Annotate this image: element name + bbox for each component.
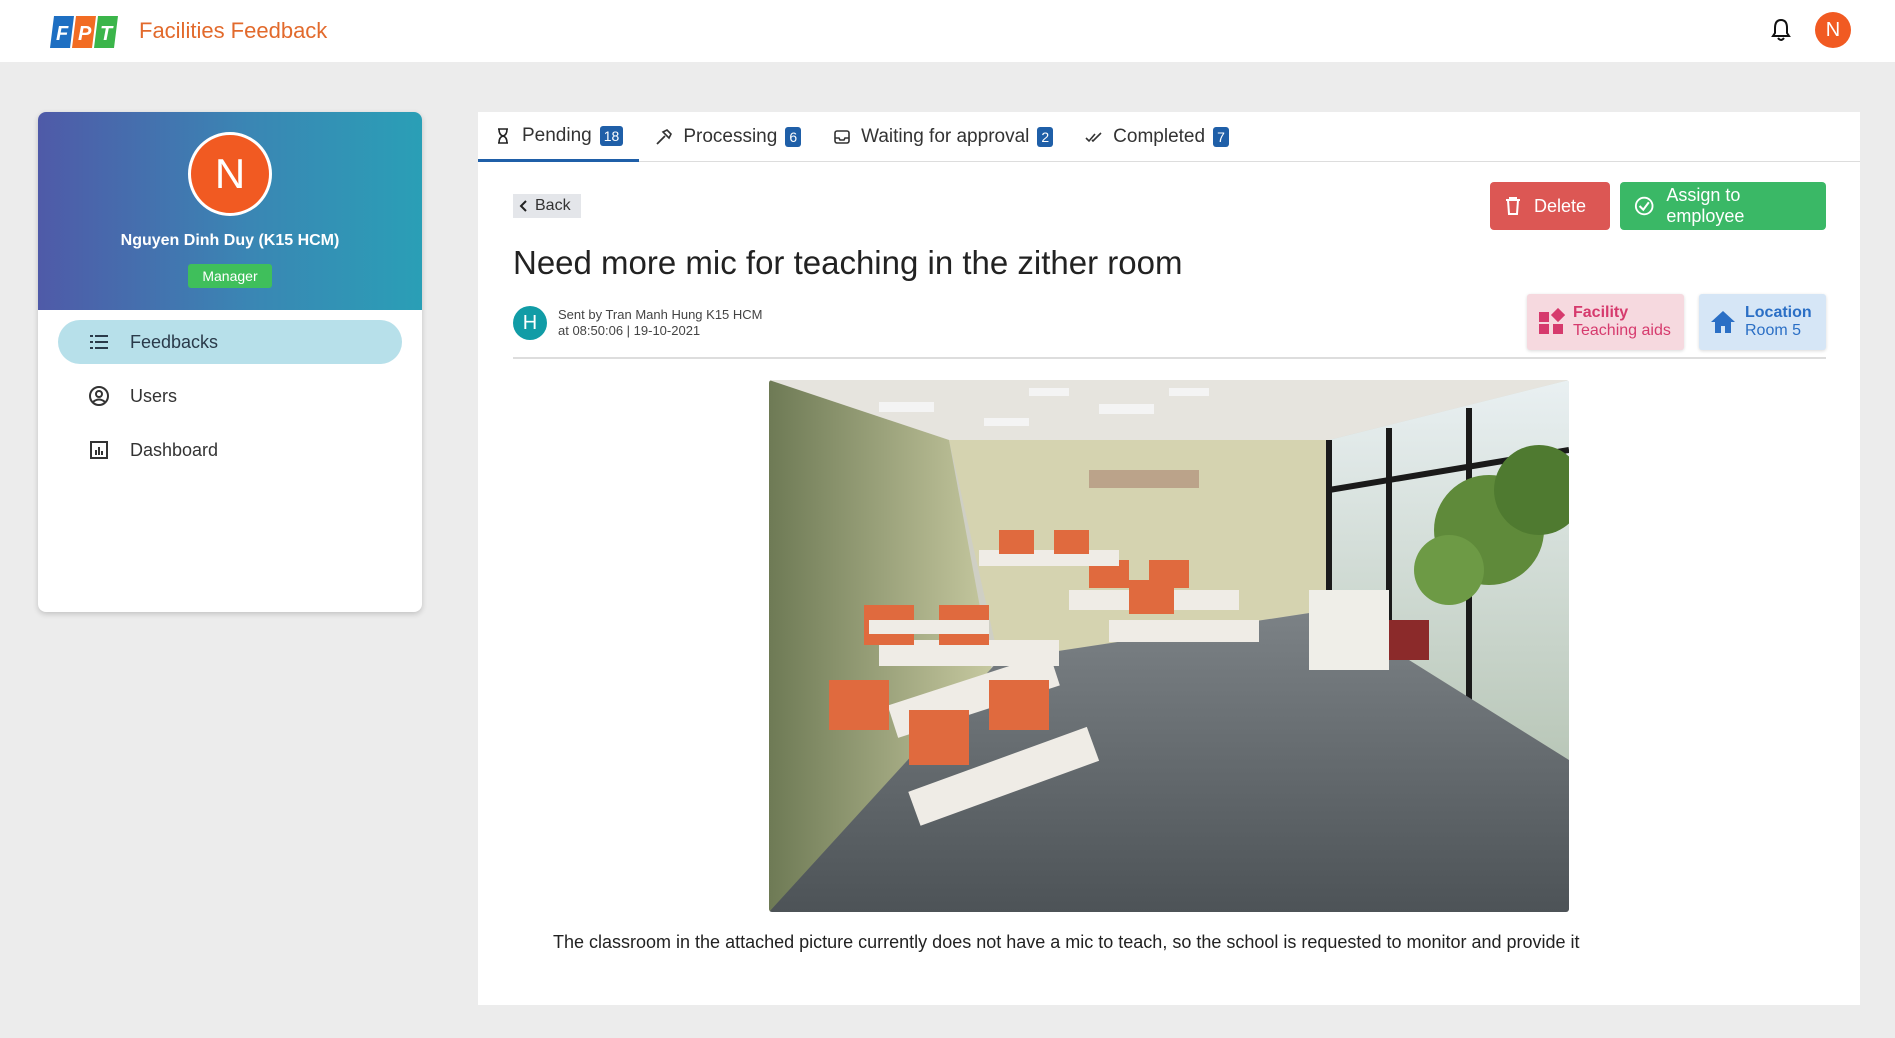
sidebar-item-dashboard[interactable]: Dashboard <box>58 428 402 472</box>
location-tag: Location Room 5 <box>1699 294 1826 350</box>
tab-label: Waiting for approval <box>861 126 1030 147</box>
tab-processing[interactable]: Processing 6 <box>639 112 817 162</box>
feedback-title: Need more mic for teaching in the zither… <box>513 244 1183 281</box>
bell-icon[interactable] <box>1770 18 1792 42</box>
check-circle-icon <box>1634 196 1654 216</box>
profile-header: N Nguyen Dinh Duy (K15 HCM) Manager <box>38 112 422 310</box>
double-check-icon <box>1085 132 1102 143</box>
delete-label: Delete <box>1534 195 1587 216</box>
sidebar-item-feedbacks[interactable]: Feedbacks <box>58 320 402 364</box>
feedback-description: The classroom in the attached picture cu… <box>553 932 1580 952</box>
tab-label: Completed <box>1113 126 1206 147</box>
svg-text:P: P <box>78 23 92 45</box>
sidebar-item-users[interactable]: Users <box>58 374 402 418</box>
fpt-logo[interactable]: F P T <box>48 12 120 52</box>
widgets-icon <box>1539 308 1565 334</box>
sidebar-menu: Feedbacks Users Dashboard <box>58 320 402 482</box>
svg-text:F: F <box>56 23 69 45</box>
tab-label: Processing <box>683 126 778 147</box>
bar-chart-icon <box>90 441 108 459</box>
count-badge: 7 <box>1213 127 1229 147</box>
chevron-left-icon <box>519 200 527 212</box>
back-button[interactable]: Back <box>513 194 581 218</box>
status-tabs: Pending 18 Processing 6 Waiting for appr… <box>478 112 1860 162</box>
back-label: Back <box>535 197 571 214</box>
main-panel: Pending 18 Processing 6 Waiting for appr… <box>478 112 1860 1005</box>
sidebar-item-label: Feedbacks <box>130 331 219 352</box>
classroom-photo[interactable] <box>769 380 1569 912</box>
count-badge: 6 <box>785 127 802 147</box>
tab-completed[interactable]: Completed 7 <box>1069 112 1245 162</box>
tab-waiting-for-approval[interactable]: Waiting for approval 2 <box>817 112 1069 162</box>
profile-avatar: N <box>188 132 272 216</box>
list-icon <box>90 335 108 349</box>
role-badge: Manager <box>188 264 272 288</box>
facility-label: Facility <box>1573 304 1629 321</box>
assign-to-employee-button[interactable]: Assign to employee <box>1620 182 1826 230</box>
delete-button[interactable]: Delete <box>1490 182 1610 230</box>
user-circle-icon <box>89 386 109 406</box>
sidebar-item-label: Dashboard <box>130 439 219 460</box>
divider <box>513 357 1826 359</box>
location-value: Room 5 <box>1745 322 1802 339</box>
location-label: Location <box>1745 304 1812 321</box>
tab-label: Pending <box>522 124 592 146</box>
sidebar: N Nguyen Dinh Duy (K15 HCM) Manager Feed… <box>38 112 422 612</box>
count-badge: 18 <box>599 125 624 146</box>
hammer-icon <box>656 129 673 145</box>
profile-name: Nguyen Dinh Duy (K15 HCM) <box>120 232 340 249</box>
sender-name: Sent by Tran Manh Hung K15 HCM <box>558 307 763 322</box>
count-badge: 2 <box>1037 127 1054 147</box>
top-bar: F P T Facilities Feedback N <box>0 0 1895 62</box>
inbox-icon <box>834 130 850 144</box>
home-icon <box>1711 311 1735 333</box>
facility-value: Teaching aids <box>1573 322 1671 339</box>
sent-timestamp: at 08:50:06 | 19-10-2021 <box>558 323 701 338</box>
app-title[interactable]: Facilities Feedback <box>139 18 327 44</box>
svg-text:T: T <box>100 23 114 45</box>
facility-tag: Facility Teaching aids <box>1527 294 1684 350</box>
sender-avatar: H <box>513 306 547 340</box>
trash-icon <box>1506 197 1520 215</box>
hourglass-icon <box>498 127 508 144</box>
sidebar-item-label: Users <box>130 385 178 406</box>
tab-pending[interactable]: Pending 18 <box>478 112 640 162</box>
assign-label: Assign to employee <box>1666 185 1745 226</box>
user-avatar[interactable]: N <box>1815 12 1851 48</box>
